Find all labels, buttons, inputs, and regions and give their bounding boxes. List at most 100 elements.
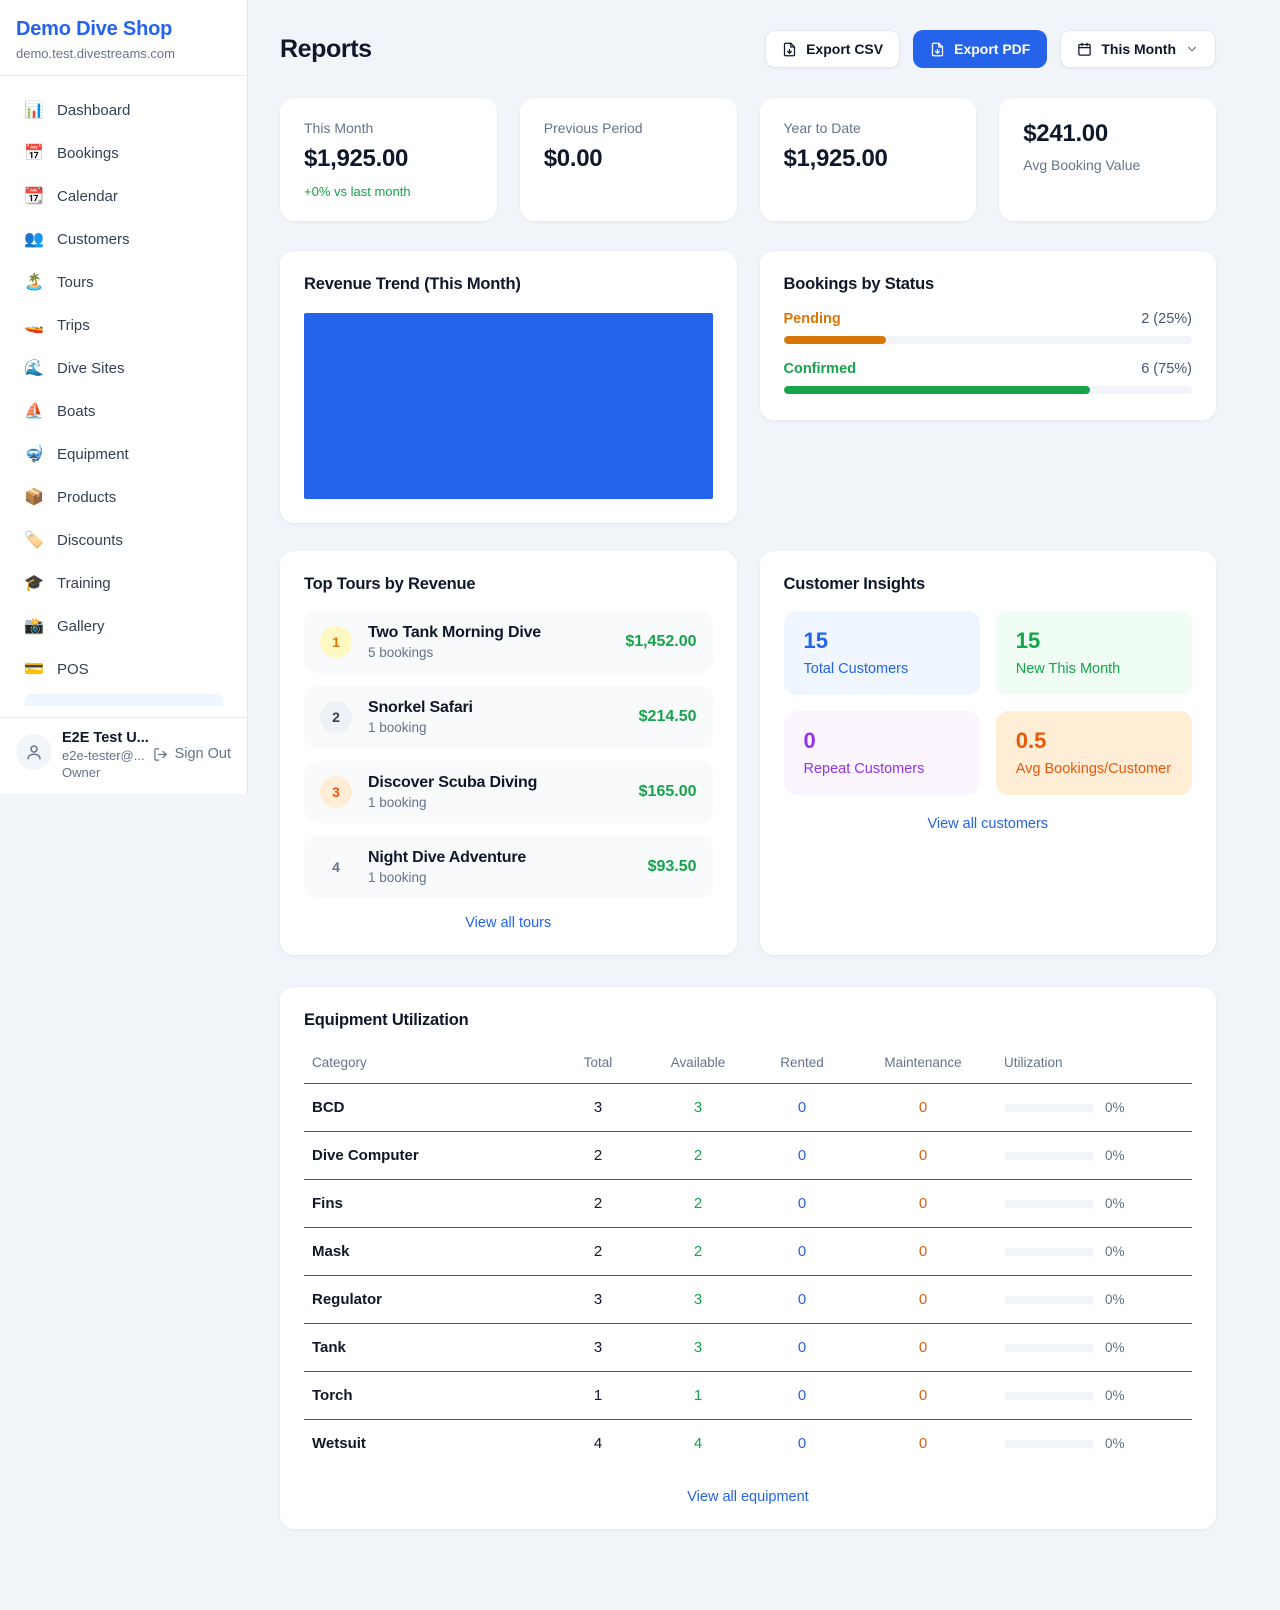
tile-label: New This Month [1016, 661, 1172, 677]
view-all-equipment-link[interactable]: View all equipment [304, 1489, 1192, 1505]
table-row: Fins 2 2 0 0 0% [304, 1180, 1192, 1228]
cell-total: 3 [554, 1276, 642, 1324]
cell-category: BCD [304, 1084, 554, 1132]
sign-out-button[interactable]: Sign Out [153, 746, 231, 762]
status-row-confirmed: Confirmed 6 (75%) [784, 361, 1193, 394]
stat-delta: +0% vs last month [304, 184, 473, 199]
bookings-status-panel: Bookings by Status Pending 2 (25%) Confi… [760, 251, 1217, 420]
cell-rented: 0 [754, 1420, 850, 1468]
header-actions: Export CSV Export PDF This Month [765, 30, 1216, 68]
sidebar-item-dive-sites[interactable]: 🌊 Dive Sites [12, 350, 235, 387]
sidebar-item-label: Customers [57, 231, 130, 248]
status-label: Confirmed [784, 361, 857, 377]
tour-amount: $93.50 [648, 858, 697, 876]
tour-name: Night Dive Adventure [368, 849, 526, 867]
bookings-status-title: Bookings by Status [784, 275, 1193, 294]
rank-badge: 4 [320, 851, 352, 883]
period-label: This Month [1101, 41, 1176, 57]
equipment-table-body: BCD 3 3 0 0 0% Dive Computer 2 2 0 0 [304, 1084, 1192, 1468]
dive-sites-icon: 🌊 [24, 361, 44, 377]
sidebar-item-gallery[interactable]: 📸 Gallery [12, 608, 235, 645]
sidebar-item-equipment[interactable]: 🤿 Equipment [12, 436, 235, 473]
sidebar-item-discounts[interactable]: 🏷️ Discounts [12, 522, 235, 559]
utilization-percent: 0% [1105, 1388, 1125, 1403]
sidebar-item-dashboard[interactable]: 📊 Dashboard [12, 92, 235, 129]
tour-name: Two Tank Morning Dive [368, 624, 541, 642]
sidebar-item-label: Trips [57, 317, 90, 334]
revenue-trend-title: Revenue Trend (This Month) [304, 275, 713, 294]
tile-repeat-customers: 0 Repeat Customers [784, 711, 980, 795]
period-dropdown[interactable]: This Month [1060, 30, 1216, 68]
sidebar-item-label: Dashboard [57, 102, 130, 119]
sidebar-item-calendar[interactable]: 📆 Calendar [12, 178, 235, 215]
cell-utilization: 0% [996, 1228, 1192, 1276]
tile-label: Repeat Customers [804, 761, 960, 777]
tour-amount: $1,452.00 [625, 633, 696, 651]
tour-bookings: 1 booking [368, 795, 537, 810]
stat-label: Year to Date [784, 120, 953, 136]
utilization-bar [1004, 1440, 1094, 1448]
user-icon [25, 743, 43, 761]
cell-available: 3 [642, 1084, 754, 1132]
tour-row: 1 Two Tank Morning Dive 5 bookings $1,45… [304, 611, 713, 673]
cell-category: Tank [304, 1324, 554, 1372]
cell-total: 3 [554, 1324, 642, 1372]
cell-total: 1 [554, 1372, 642, 1420]
stats-grid: This Month $1,925.00 +0% vs last month P… [280, 98, 1216, 221]
sidebar-item-bookings[interactable]: 📅 Bookings [12, 135, 235, 172]
tile-label: Avg Bookings/Customer [1016, 761, 1172, 777]
equipment-utilization-panel: Equipment Utilization Category Total Ava… [280, 987, 1216, 1529]
stat-card-this-month: This Month $1,925.00 +0% vs last month [280, 98, 497, 221]
trips-icon: 🚤 [24, 318, 44, 334]
view-all-tours-link[interactable]: View all tours [304, 915, 713, 931]
status-label: Pending [784, 311, 841, 327]
sidebar-item-reports-partial[interactable] [24, 694, 223, 706]
cell-available: 2 [642, 1228, 754, 1276]
utilization-percent: 0% [1105, 1148, 1125, 1163]
cell-utilization: 0% [996, 1084, 1192, 1132]
view-all-customers-link[interactable]: View all customers [784, 816, 1193, 832]
sidebar-item-label: Training [57, 575, 111, 592]
sidebar-item-boats[interactable]: ⛵ Boats [12, 393, 235, 430]
column-header-category: Category [304, 1047, 554, 1084]
tour-amount: $214.50 [639, 708, 697, 726]
table-row: Wetsuit 4 4 0 0 0% [304, 1420, 1192, 1468]
sidebar-item-products[interactable]: 📦 Products [12, 479, 235, 516]
table-row: Mask 2 2 0 0 0% [304, 1228, 1192, 1276]
utilization-percent: 0% [1105, 1100, 1125, 1115]
stat-value: $241.00 [1023, 120, 1192, 148]
sidebar-item-tours[interactable]: 🏝️ Tours [12, 264, 235, 301]
file-icon [782, 42, 797, 57]
cell-category: Wetsuit [304, 1420, 554, 1468]
top-tours-title: Top Tours by Revenue [304, 575, 713, 594]
chevron-down-icon [1185, 42, 1199, 56]
table-header-row: Category Total Available Rented Maintena… [304, 1047, 1192, 1084]
utilization-bar [1004, 1200, 1094, 1208]
utilization-bar [1004, 1104, 1094, 1112]
sidebar-item-customers[interactable]: 👥 Customers [12, 221, 235, 258]
table-row: Torch 1 1 0 0 0% [304, 1372, 1192, 1420]
cell-category: Mask [304, 1228, 554, 1276]
customers-icon: 👥 [24, 232, 44, 248]
utilization-percent: 0% [1105, 1244, 1125, 1259]
logout-icon [153, 747, 168, 762]
discounts-icon: 🏷️ [24, 533, 44, 549]
export-pdf-button[interactable]: Export PDF [913, 30, 1047, 68]
export-csv-button[interactable]: Export CSV [765, 30, 900, 68]
bookings-icon: 📅 [24, 146, 44, 162]
cell-rented: 0 [754, 1372, 850, 1420]
sidebar-item-training[interactable]: 🎓 Training [12, 565, 235, 602]
sidebar-item-trips[interactable]: 🚤 Trips [12, 307, 235, 344]
cell-total: 2 [554, 1228, 642, 1276]
shop-domain: demo.test.divestreams.com [16, 46, 231, 61]
column-header-available: Available [642, 1047, 754, 1084]
cell-maintenance: 0 [850, 1084, 996, 1132]
sign-out-label: Sign Out [175, 746, 231, 762]
cell-maintenance: 0 [850, 1228, 996, 1276]
tours-icon: 🏝️ [24, 275, 44, 291]
sidebar-item-pos[interactable]: 💳 POS [12, 651, 235, 688]
cell-total: 3 [554, 1084, 642, 1132]
customer-insights-title: Customer Insights [784, 575, 1193, 594]
cell-maintenance: 0 [850, 1420, 996, 1468]
tour-amount: $165.00 [639, 783, 697, 801]
